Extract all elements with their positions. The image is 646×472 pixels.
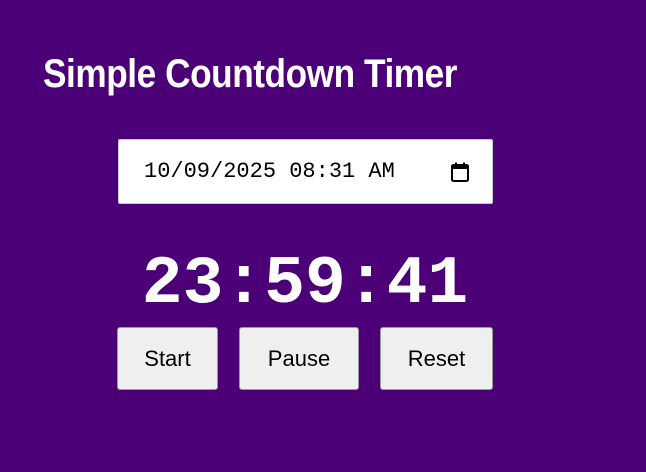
countdown-display: 23:59:41 <box>141 246 469 323</box>
calendar-icon-glyph <box>451 162 469 182</box>
datetime-input[interactable]: 10/09/2025 08:31 AM <box>118 139 493 204</box>
start-button[interactable]: Start <box>117 327 218 390</box>
calendar-icon[interactable] <box>450 161 470 183</box>
page-title: Simple Countdown Timer <box>43 52 458 96</box>
datetime-input-value: 10/09/2025 08:31 AM <box>144 159 395 184</box>
pause-button[interactable]: Pause <box>239 327 359 390</box>
reset-button[interactable]: Reset <box>380 327 493 390</box>
